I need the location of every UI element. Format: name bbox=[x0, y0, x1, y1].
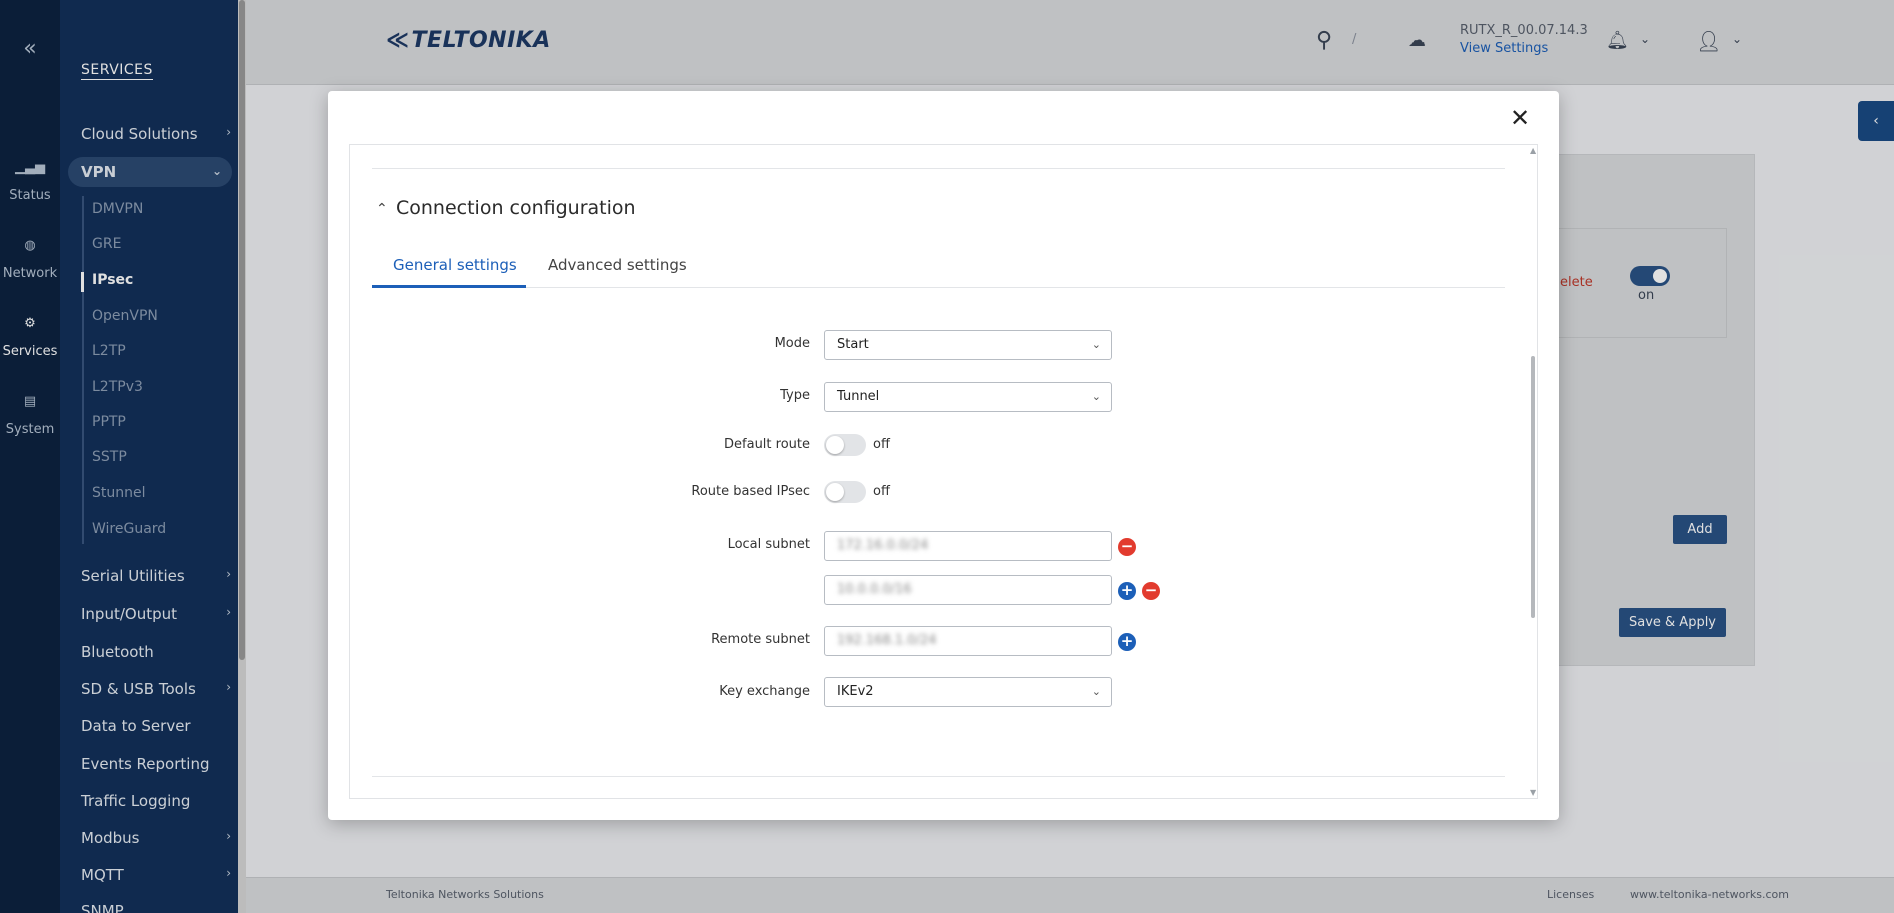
default-route-toggle[interactable] bbox=[824, 434, 866, 456]
divider bbox=[372, 776, 1505, 777]
tab-advanced-settings[interactable]: Advanced settings bbox=[548, 256, 687, 274]
route-based-ipsec-toggle[interactable] bbox=[824, 481, 866, 503]
close-icon[interactable]: ✕ bbox=[1510, 106, 1530, 130]
divider bbox=[372, 168, 1505, 169]
local-subnet-label: Local subnet bbox=[727, 537, 810, 552]
section-title[interactable]: Connection configuration bbox=[396, 197, 636, 219]
local-subnet-input[interactable]: 172.16.0.0/24 bbox=[824, 531, 1112, 561]
add-icon[interactable]: + bbox=[1118, 633, 1136, 651]
tab-general-settings[interactable]: General settings bbox=[393, 256, 517, 274]
tabs-divider bbox=[372, 287, 1505, 288]
remove-icon[interactable]: − bbox=[1118, 538, 1136, 556]
scroll-up-icon[interactable]: ▲ bbox=[1530, 146, 1536, 155]
route-based-ipsec-state: off bbox=[873, 484, 890, 499]
type-label: Type bbox=[780, 388, 810, 403]
type-select[interactable]: Tunnel ⌄ bbox=[824, 382, 1112, 412]
route-based-ipsec-label: Route based IPsec bbox=[691, 484, 810, 499]
chevron-up-icon[interactable]: ⌃ bbox=[376, 201, 388, 217]
chevron-down-icon: ⌄ bbox=[1091, 685, 1101, 698]
active-tab-indicator bbox=[372, 285, 526, 288]
default-route-state: off bbox=[873, 437, 890, 452]
remote-subnet-label: Remote subnet bbox=[711, 632, 810, 647]
add-icon[interactable]: + bbox=[1118, 582, 1136, 600]
local-subnet-value: 10.0.0.0/16 bbox=[837, 582, 912, 597]
key-exchange-label: Key exchange bbox=[719, 684, 810, 699]
remote-subnet-value: 192.168.1.0/24 bbox=[837, 633, 937, 648]
remote-subnet-input[interactable]: 192.168.1.0/24 bbox=[824, 626, 1112, 656]
remove-icon[interactable]: − bbox=[1142, 582, 1160, 600]
chevron-down-icon: ⌄ bbox=[1091, 338, 1101, 351]
scroll-down-icon[interactable]: ▼ bbox=[1530, 788, 1536, 797]
mode-select[interactable]: Start ⌄ bbox=[824, 330, 1112, 360]
chevron-down-icon: ⌄ bbox=[1091, 390, 1101, 403]
key-exchange-value: IKEv2 bbox=[837, 684, 874, 699]
type-value: Tunnel bbox=[837, 389, 880, 404]
mode-label: Mode bbox=[774, 336, 810, 351]
modal-scrollbar[interactable]: ▲ ▼ bbox=[1528, 144, 1538, 799]
mode-value: Start bbox=[837, 337, 869, 352]
key-exchange-select[interactable]: IKEv2 ⌄ bbox=[824, 677, 1112, 707]
default-route-label: Default route bbox=[724, 437, 810, 452]
local-subnet-input-2[interactable]: 10.0.0.0/16 bbox=[824, 575, 1112, 605]
scrollbar-thumb[interactable] bbox=[1531, 356, 1535, 618]
local-subnet-value: 172.16.0.0/24 bbox=[837, 538, 929, 553]
